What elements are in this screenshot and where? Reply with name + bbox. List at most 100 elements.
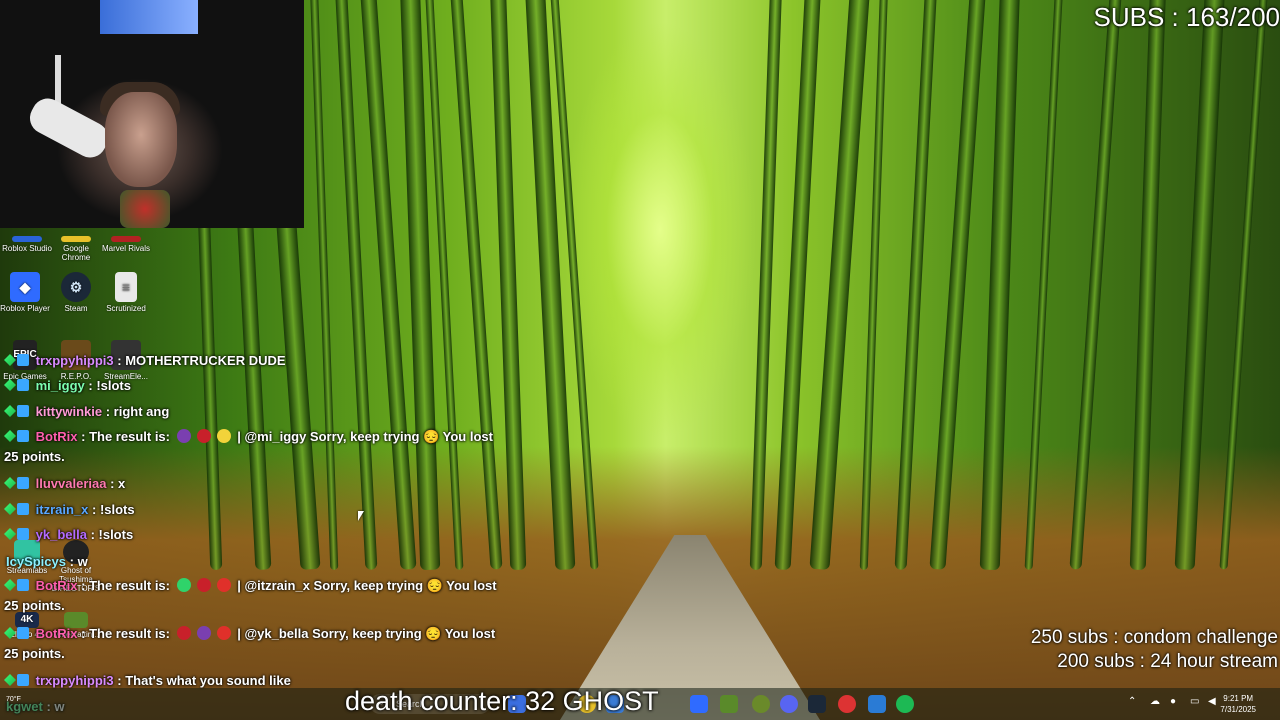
cherry-emote-icon [196, 578, 211, 592]
desktop-icon-label: Scrutinized [106, 304, 146, 313]
chat-separator: : [77, 578, 90, 593]
store-icon[interactable] [690, 695, 708, 713]
chat-separator: : [113, 673, 126, 688]
chat-separator: : [88, 502, 100, 517]
roblox-player-icon: ◆ [10, 272, 40, 302]
chat-message: itzrain_x : !slots [4, 500, 500, 520]
background-monitor [100, 0, 198, 34]
chevron-up-icon[interactable]: ⌃ [1128, 696, 1136, 707]
chat-text: w [77, 554, 88, 569]
badge-icon [17, 354, 29, 366]
badge-icon [17, 379, 29, 391]
desktop-icon-label: Roblox Player [0, 304, 50, 313]
badge-icon [4, 354, 16, 366]
clock-time: 9:21 PM [1223, 694, 1254, 703]
minecraft-icon[interactable] [720, 695, 738, 713]
webcam-feed [0, 0, 304, 228]
photos-icon[interactable] [868, 695, 886, 713]
desktop-icon-steam[interactable]: ⚙ Steam [51, 272, 101, 313]
badge-icon [17, 477, 29, 489]
chat-username: IcySpicys [6, 554, 66, 569]
network-icon[interactable]: ☁ [1150, 696, 1160, 707]
desktop-icon-scrutinized[interactable]: ≡ Scrutinized [101, 272, 151, 313]
mic-icon[interactable]: ● [1170, 696, 1176, 707]
chat-username: lluvvaleriaa [35, 476, 107, 491]
chat-username: trxppyhippi3 [35, 353, 114, 368]
desktop-icon-marvel-rivals[interactable]: Marvel Rivals [101, 236, 151, 253]
badge-icon [17, 405, 29, 417]
badge-icon [4, 430, 16, 442]
strawberry-emote-icon [216, 626, 231, 640]
chat-text: That's what you sound like [125, 673, 291, 688]
chat-message: IcySpicys : w [4, 552, 500, 572]
chat-text: x [118, 476, 126, 491]
badge-icon [4, 503, 16, 515]
chat-username: itzrain_x [35, 502, 89, 517]
steam-icon[interactable] [808, 695, 826, 713]
chrome-icon [61, 236, 91, 242]
chat-separator: : [77, 429, 90, 444]
taskbar-clock[interactable]: 9:21 PM 7/31/2025 [1220, 693, 1256, 715]
chat-text: !slots [99, 502, 135, 517]
sub-goal: 250 subs : condom challenge [1030, 627, 1278, 648]
desktop-icon-label: Roblox Studio [2, 244, 52, 253]
desktop-icon-roblox-player[interactable]: ◆ Roblox Player [0, 272, 50, 313]
chat-message: BotRix : The result is: | @itzrain_x Sor… [4, 576, 500, 616]
chat-message: mi_iggy : !slots [4, 376, 500, 396]
chat-username: BotRix [35, 626, 78, 641]
badge-icon [4, 477, 16, 489]
spotify-icon[interactable] [896, 695, 914, 713]
clock-date: 7/31/2025 [1220, 705, 1256, 714]
sub-goal: 200 subs : 24 hour stream [1057, 651, 1278, 672]
badge-icon [17, 579, 29, 591]
desktop-icon-label: Google Chrome [61, 244, 91, 262]
chat-message: kittywinkie : right ang [4, 402, 500, 422]
badge-icon [4, 627, 16, 639]
marvel-rivals-icon [111, 236, 141, 242]
volume-icon[interactable]: ◀ [1208, 696, 1216, 707]
badge-icon [17, 627, 29, 639]
banana-emote-icon [216, 429, 231, 443]
death-counter: death counter: 32 GHOST [345, 686, 659, 716]
document-icon: ≡ [115, 272, 137, 302]
chat-username: kittywinkie [35, 404, 103, 419]
chat-separator: : [102, 404, 114, 419]
chat-text: !slots [98, 527, 134, 542]
chat-separator: : [113, 353, 126, 368]
chat-text: right ang [113, 404, 170, 419]
chat-message: lluvvaleriaa : x [4, 474, 500, 494]
display-icon[interactable]: ▭ [1190, 696, 1199, 707]
badge-icon [17, 503, 29, 515]
cherry-emote-icon [176, 626, 191, 640]
grape-emote-icon [176, 429, 191, 443]
desktop-icon-google-chrome[interactable]: Google Chrome [51, 236, 101, 262]
chat-text: MOTHERTRUCKER DUDE [125, 353, 286, 368]
subs-counter: SUBS : 163/200 [1093, 2, 1280, 32]
badge-icon [4, 528, 16, 540]
app-icon[interactable] [752, 695, 770, 713]
chat-username: mi_iggy [35, 378, 85, 393]
badge-icon [17, 528, 29, 540]
chat-separator: : [86, 527, 99, 542]
badge-icon [4, 579, 16, 591]
badge-icon [4, 674, 16, 686]
cherry-emote-icon [196, 429, 211, 443]
badge-icon [17, 430, 29, 442]
sub-goals: 250 subs : condom challenge 200 subs : 2… [1031, 626, 1278, 674]
discord-icon[interactable] [780, 695, 798, 713]
chat-message: BotRix : The result is: | @yk_bella Sorr… [4, 624, 500, 664]
weather-widget[interactable]: 70°F [6, 696, 21, 703]
chat-message: trxppyhippi3 : MOTHERTRUCKER DUDE [4, 351, 500, 371]
badge-icon [17, 674, 29, 686]
strawberry-emote-icon [216, 578, 231, 592]
chat-separator: : [66, 554, 78, 569]
mouse-cursor [358, 511, 370, 521]
chat-message: BotRix : The result is: | @mi_iggy Sorry… [4, 427, 500, 467]
desktop-icon-roblox-studio[interactable]: Roblox Studio [2, 236, 52, 253]
badge-icon [4, 379, 16, 391]
chat-text: The result is: [89, 578, 170, 593]
steam-icon: ⚙ [61, 272, 91, 302]
badge-icon [4, 405, 16, 417]
app-icon[interactable] [838, 695, 856, 713]
roblox-studio-icon [12, 236, 42, 242]
